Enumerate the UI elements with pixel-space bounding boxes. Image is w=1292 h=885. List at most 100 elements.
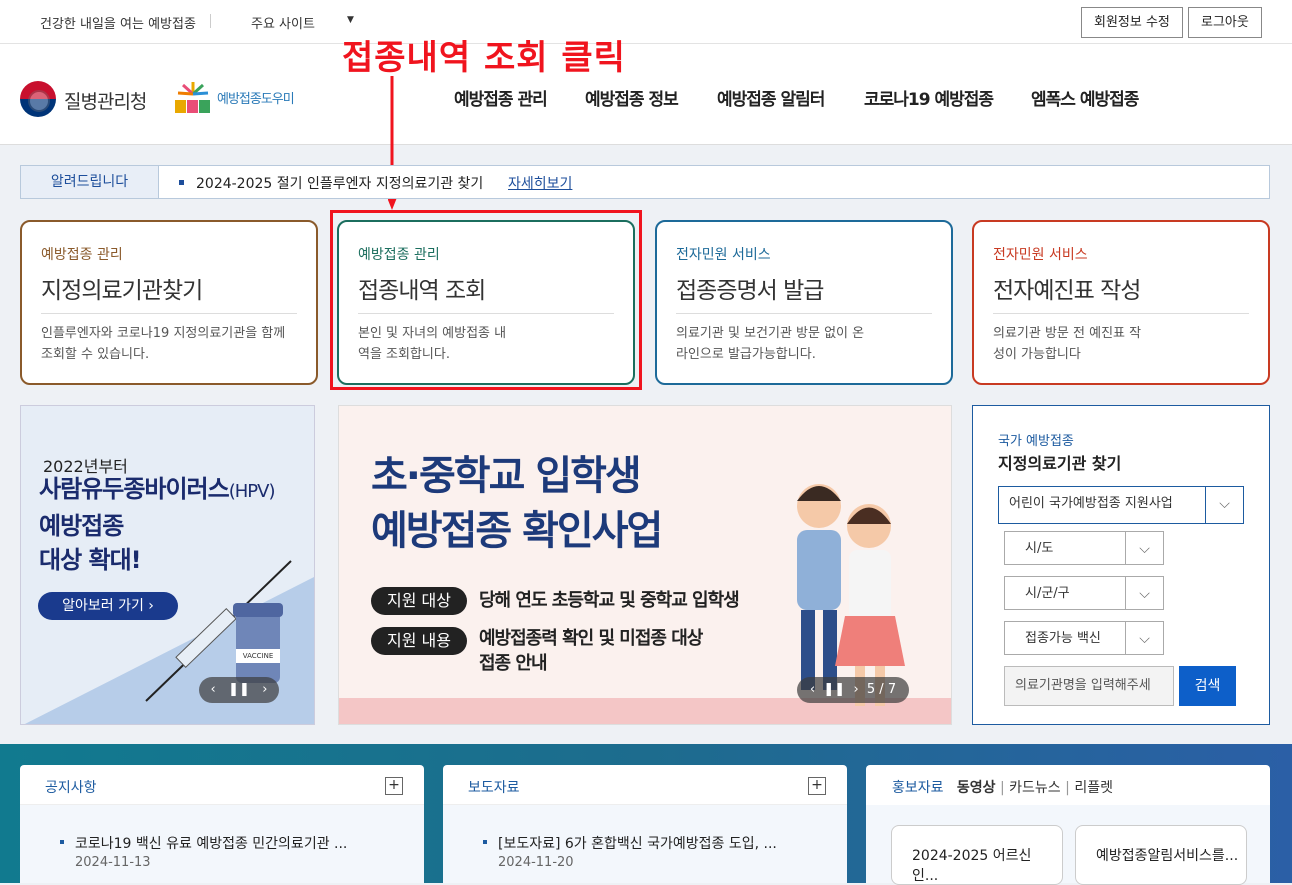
logout-button[interactable]: 로그아웃	[1188, 7, 1262, 38]
promo-tabs: 홍보자료 동영상 | 카드뉴스 | 리플렛	[892, 780, 1113, 796]
card-title: 접종증명서 발급	[676, 278, 824, 304]
headline-line1: 초·중학교 입학생	[371, 453, 642, 499]
target-pill: 지원 대상	[371, 587, 467, 615]
card-pre-screening-form[interactable]: 전자민원 서비스 전자예진표 작성 의료기관 방문 전 예진표 작성이 가능합니…	[972, 220, 1270, 385]
slide-counter: 5 / 7	[866, 682, 897, 697]
chevron-down-icon[interactable]: ⌵	[1125, 622, 1163, 654]
content-pill: 지원 내용	[371, 627, 467, 655]
headline-line1: 사람유두종바이러스	[39, 475, 230, 503]
tab-video[interactable]: 동영상	[957, 780, 996, 796]
vaccination-helper-logo-text[interactable]: 예방접종도우미	[217, 88, 295, 107]
program-select[interactable]: 어린이 국가예방접종 지원사업 ⌵	[998, 486, 1244, 524]
headline-line2: 예방접종 확인사업	[371, 508, 663, 554]
prev-icon[interactable]: ‹	[810, 682, 815, 697]
video-thumbnail[interactable]: 예방접종알림서비스를...	[1075, 825, 1247, 885]
chevron-down-icon[interactable]: ⌵	[1125, 577, 1163, 609]
nav-vaccination-notice[interactable]: 예방접종 알림터	[717, 85, 825, 110]
pause-icon[interactable]: ❚❚	[228, 682, 250, 697]
slogan: 건강한 내일을 여는 예방접종	[40, 17, 196, 32]
slide-controls[interactable]: ‹ ❚❚ ›	[199, 677, 279, 703]
search-title: 지정의료기관 찾기	[998, 454, 1122, 473]
card-designated-clinic[interactable]: 예방접종 관리 지정의료기관찾기 인플루엔자와 코로나19 지정의료기관을 함께…	[20, 220, 318, 385]
main-sites-dropdown[interactable]: 주요 사이트	[251, 13, 315, 32]
pause-icon[interactable]: ❚❚	[823, 682, 845, 697]
top-utility-bar: 건강한 내일을 여는 예방접종 주요 사이트 ▼ 회원정보 수정 로그아웃	[0, 0, 1292, 44]
banner-headline: 사람유두종바이러스(HPV) 예방접종 대상 확대!	[39, 472, 276, 577]
panel-header: 공지사항 +	[20, 765, 424, 805]
banner-headline: 초·중학교 입학생 예방접종 확인사업	[371, 449, 663, 559]
content-text: 예방접종력 확인 및 미접종 대상 접종 안내	[479, 626, 703, 676]
kdca-logo-text[interactable]: 질병관리청	[64, 87, 147, 114]
sigungu-select[interactable]: 시/군/구 ⌵	[1004, 576, 1164, 610]
annotation-highlight-box	[330, 210, 642, 390]
bullet-icon	[179, 180, 184, 185]
plus-icon[interactable]: +	[385, 777, 403, 795]
search-subtitle: 국가 예방접종	[998, 434, 1074, 449]
notice-bar: 알려드립니다 2024-2025 절기 인플루엔자 지정의료기관 찾기 자세히보…	[20, 165, 1270, 199]
tab-promo[interactable]: 홍보자료	[892, 780, 944, 796]
chevron-down-icon[interactable]: ⌵	[1205, 487, 1243, 523]
chevron-down-icon[interactable]: ⌵	[1125, 532, 1163, 564]
tab-card-news[interactable]: 카드뉴스	[1009, 780, 1061, 796]
notice-label: 알려드립니다	[21, 166, 159, 198]
notice-more-link[interactable]: 자세히보기	[508, 173, 572, 193]
bullet-icon	[60, 840, 64, 844]
card-title: 전자예진표 작성	[993, 278, 1141, 304]
content-text-line1: 예방접종력 확인 및 미접종 대상	[479, 628, 703, 649]
divider	[676, 313, 932, 314]
list-item[interactable]: [보도자료] 6가 혼합백신 국가예방접종 도입, ...	[498, 833, 777, 853]
school-entry-banner[interactable]: 초·중학교 입학생 예방접종 확인사업 지원 대상 당해 연도 초등학교 및 중…	[338, 405, 952, 725]
headline-hpv: (HPV)	[228, 481, 276, 502]
panel-title[interactable]: 보도자료	[468, 777, 520, 797]
nav-vaccination-info[interactable]: 예방접종 정보	[585, 85, 679, 110]
headline-line2: 예방접종	[39, 512, 124, 540]
card-title: 지정의료기관찾기	[41, 278, 203, 304]
next-icon[interactable]: ›	[853, 682, 858, 697]
slide-controls[interactable]: ‹ ❚❚ › 5 / 7	[797, 677, 909, 703]
divider	[993, 313, 1249, 314]
program-select-value: 어린이 국가예방접종 지원사업	[1009, 496, 1173, 511]
hpv-banner[interactable]: 2022년부터 사람유두종바이러스(HPV) 예방접종 대상 확대! 알아보러 …	[20, 405, 315, 725]
nav-vaccination-management[interactable]: 예방접종 관리	[454, 85, 548, 110]
list-item[interactable]: 코로나19 백신 유료 예방접종 민간의료기관 ...	[75, 833, 347, 853]
vaccine-vial-icon: VACCINE	[233, 603, 283, 683]
search-button[interactable]: 검색	[1179, 666, 1236, 706]
sigungu-select-value: 시/군/구	[1025, 586, 1070, 601]
vaccine-select[interactable]: 접종가능 백신 ⌵	[1004, 621, 1164, 655]
list-item-date: 2024-11-13	[75, 855, 151, 870]
nav-covid19-vaccination[interactable]: 코로나19 예방접종	[864, 85, 994, 110]
panel-title[interactable]: 공지사항	[45, 777, 97, 797]
press-panel: 보도자료 + [보도자료] 6가 혼합백신 국가예방접종 도입, ... 202…	[443, 765, 847, 883]
edit-profile-button[interactable]: 회원정보 수정	[1081, 7, 1183, 38]
content-text-line2: 접종 안내	[479, 653, 548, 674]
card-category: 전자민원 서비스	[993, 247, 1088, 263]
bullet-icon	[483, 840, 487, 844]
annotation-label: 접종내역 조회 클릭	[342, 38, 626, 78]
card-category: 예방접종 관리	[41, 247, 123, 263]
sido-select[interactable]: 시/도 ⌵	[1004, 531, 1164, 565]
clinic-name-input[interactable]: 의료기관명을 입력해주세	[1004, 666, 1174, 706]
nav-mpox-vaccination[interactable]: 엠폭스 예방접종	[1031, 85, 1139, 110]
kdca-logo-icon[interactable]	[20, 81, 56, 117]
panel-body: [보도자료] 6가 혼합백신 국가예방접종 도입, ... 2024-11-20	[443, 805, 847, 883]
tab-leaflet[interactable]: 리플렛	[1074, 780, 1113, 796]
learn-more-button[interactable]: 알아보러 가기 ›	[38, 592, 178, 620]
notice-text[interactable]: 2024-2025 절기 인플루엔자 지정의료기관 찾기	[196, 173, 483, 193]
vaccine-select-value: 접종가능 백신	[1025, 631, 1101, 646]
promo-panel: 홍보자료 동영상 | 카드뉴스 | 리플렛 2024-2025 어르신 인...…	[866, 765, 1270, 885]
caret-down-icon[interactable]: ▼	[347, 15, 354, 25]
panel-header: 보도자료 +	[443, 765, 847, 805]
plus-icon[interactable]: +	[808, 777, 826, 795]
video-thumbnail[interactable]: 2024-2025 어르신 인...	[891, 825, 1063, 885]
sido-select-value: 시/도	[1025, 541, 1054, 556]
card-certificate-issue[interactable]: 전자민원 서비스 접종증명서 발급 의료기관 및 보건기관 방문 없이 온라인으…	[655, 220, 953, 385]
next-icon[interactable]: ›	[262, 682, 267, 697]
list-item-date: 2024-11-20	[498, 855, 574, 870]
prev-icon[interactable]: ‹	[210, 682, 215, 697]
vial-label: VACCINE	[236, 649, 280, 663]
headline-line3: 대상 확대!	[39, 546, 142, 574]
card-category: 전자민원 서비스	[676, 247, 771, 263]
target-text: 당해 연도 초등학교 및 중학교 입학생	[479, 590, 740, 611]
notice-panel: 공지사항 + 코로나19 백신 유료 예방접종 민간의료기관 ... 2024-…	[20, 765, 424, 883]
ntp-logo-icon[interactable]	[174, 80, 212, 116]
